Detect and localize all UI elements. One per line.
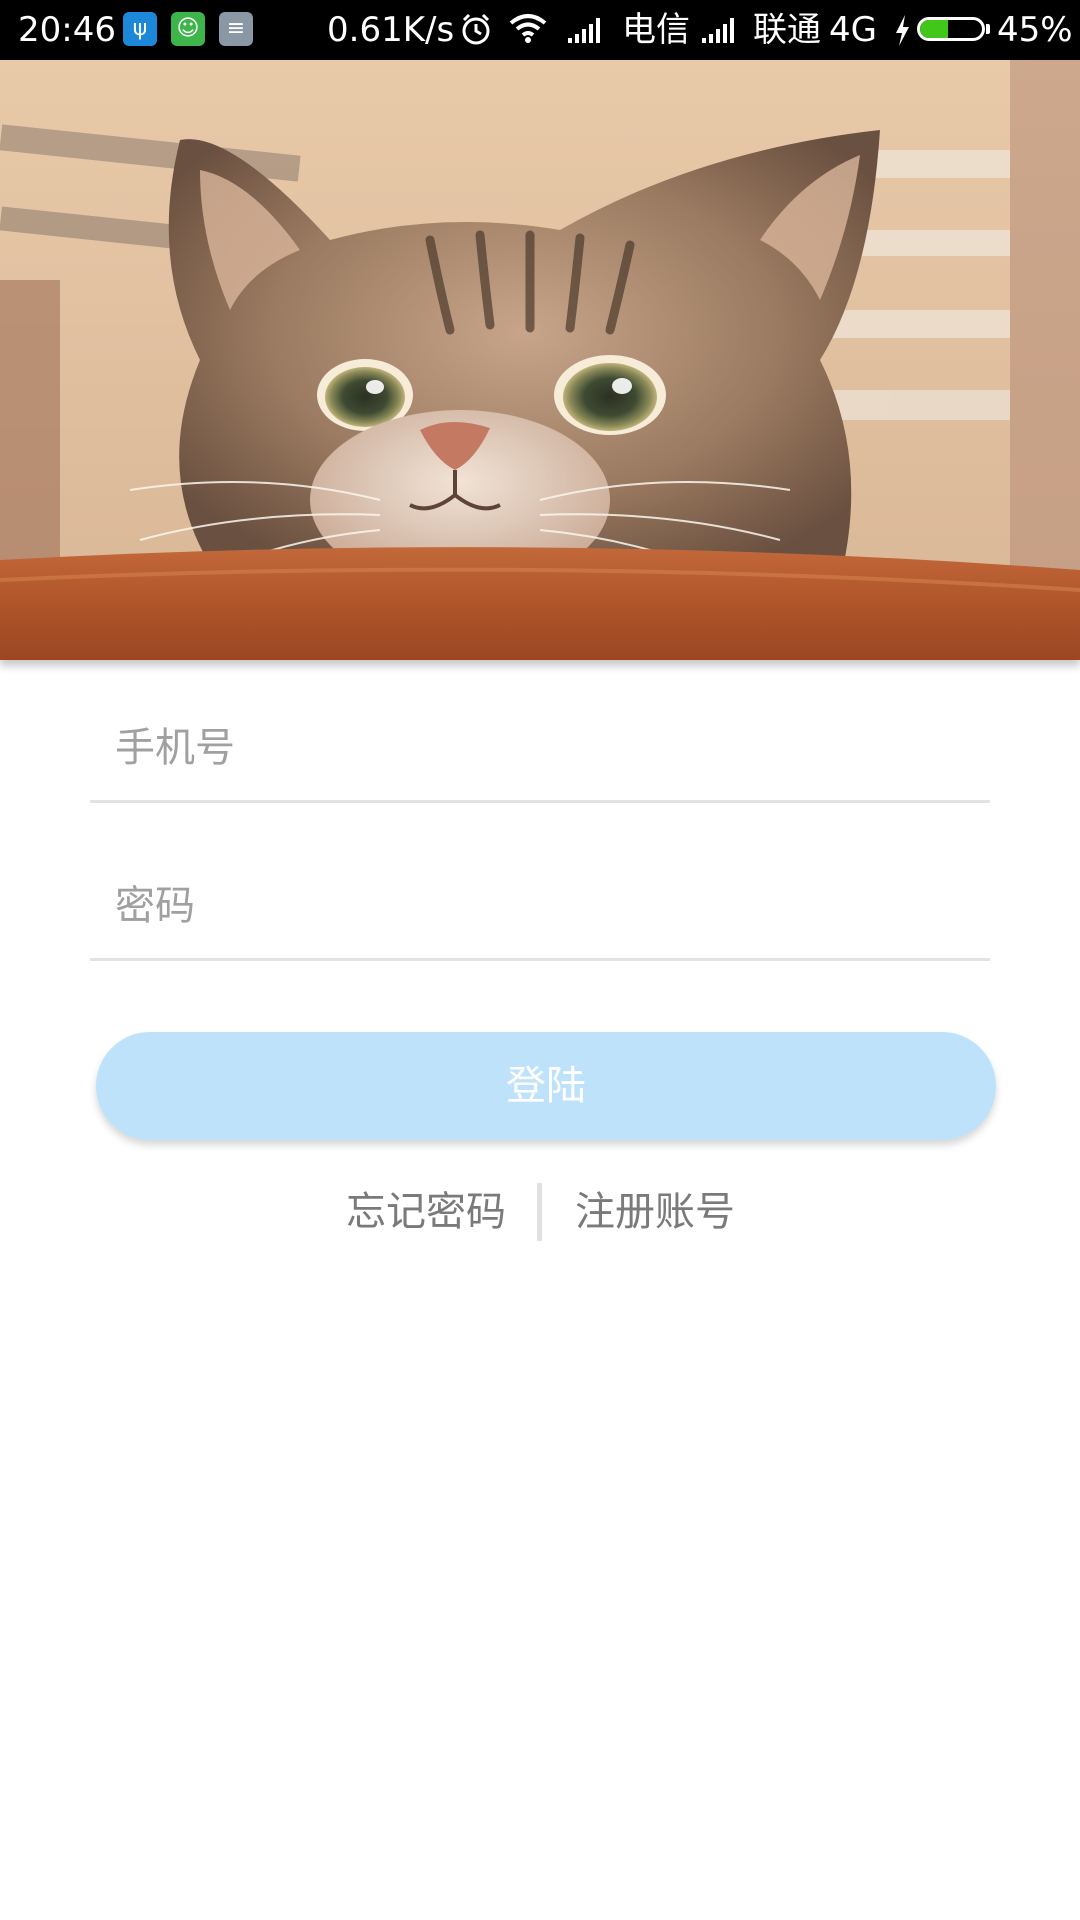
link-divider	[537, 1183, 542, 1241]
battery-tip	[986, 24, 990, 34]
password-input[interactable]	[115, 876, 975, 936]
status-time: 20:46	[18, 10, 116, 50]
net-speed: 0.61K/s	[327, 10, 455, 50]
battery-icon	[917, 17, 985, 41]
android-icon: ☺	[171, 12, 205, 46]
cat-photo	[0, 60, 1080, 660]
battery-percent: 45%	[997, 10, 1073, 50]
login-button[interactable]: 登陆	[96, 1032, 996, 1140]
charging-icon	[892, 0, 912, 60]
network-type: 4G	[829, 10, 877, 50]
header-image	[0, 60, 1080, 660]
battery-level	[920, 20, 948, 38]
carrier-2: 联通	[753, 10, 821, 50]
phone-field[interactable]	[90, 690, 990, 803]
password-field[interactable]	[90, 848, 990, 961]
phone-input[interactable]	[115, 718, 975, 778]
wifi-icon	[508, 0, 548, 60]
auth-links: 忘记密码 注册账号	[0, 1180, 1080, 1244]
signal-icon	[700, 0, 740, 60]
forgot-password-link[interactable]: 忘记密码	[346, 1180, 506, 1244]
alarm-icon	[459, 0, 493, 60]
carrier-1: 电信	[622, 10, 690, 50]
usb-icon: ψ	[123, 12, 157, 46]
signal-icon	[566, 0, 606, 60]
notes-icon: ≡	[219, 12, 253, 46]
status-bar: 20:46 ψ ☺ ≡ 0.61K/s 电信 联通 4G 45%	[0, 0, 1080, 60]
register-link[interactable]: 注册账号	[575, 1180, 735, 1244]
